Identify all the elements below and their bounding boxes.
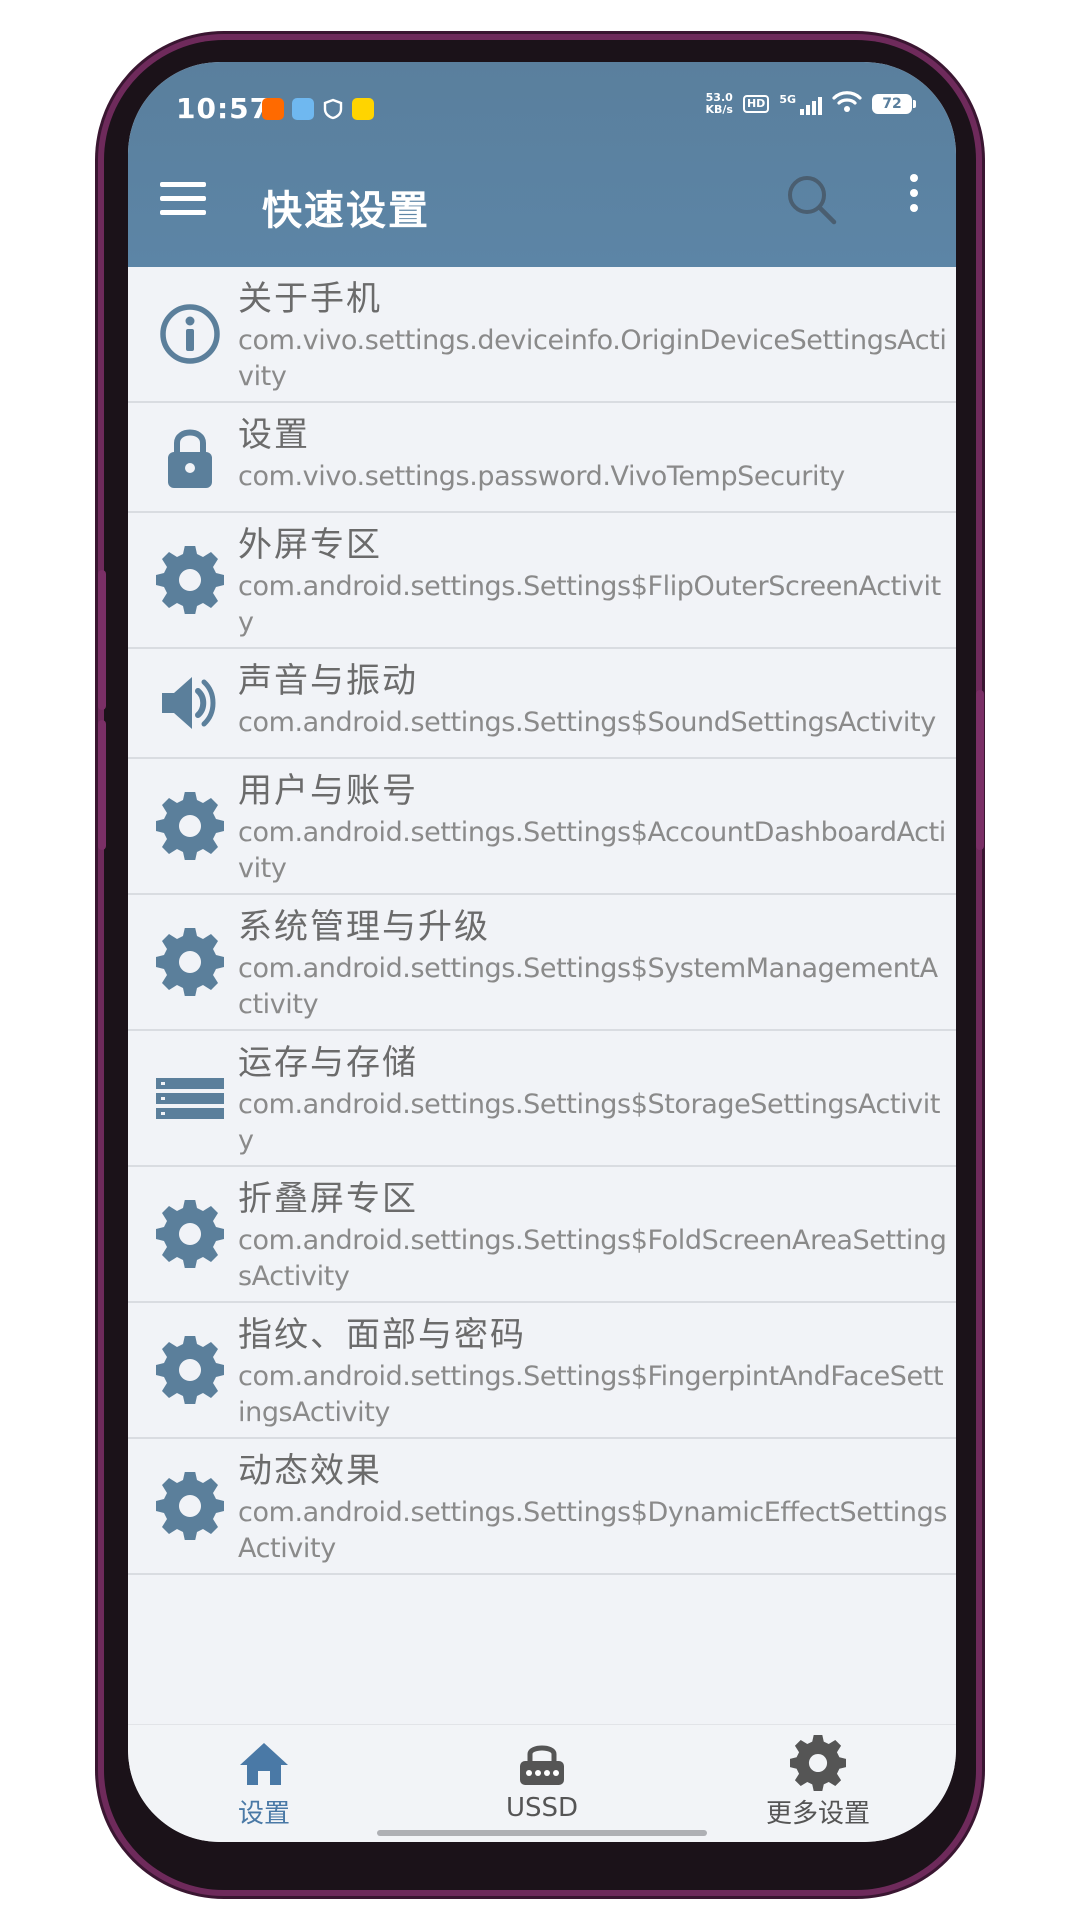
nav-item-settings[interactable]: 设置 <box>164 1735 364 1830</box>
item-subtitle: com.vivo.settings.password.VivoTempSecur… <box>238 461 845 492</box>
gear-icon <box>156 1471 224 1541</box>
home-indicator <box>377 1830 707 1836</box>
item-title: 声音与振动 <box>238 661 418 701</box>
toolbar: 快速设置 <box>128 142 956 267</box>
item-subtitle: com.android.settings.Settings$SoundSetti… <box>238 707 936 738</box>
battery-icon: 72 <box>872 94 916 114</box>
list-item[interactable]: 关于手机 com.vivo.settings.deviceinfo.OriginD… <box>128 267 956 403</box>
item-title: 运存与存储 <box>238 1043 418 1083</box>
item-title: 关于手机 <box>238 279 382 319</box>
screen: 10:57 53.0 KB/s HD 5G 72 快速设置 关于手机 com.v… <box>128 62 956 1842</box>
item-title: 动态效果 <box>238 1451 382 1491</box>
storage-icon <box>156 1064 224 1132</box>
gear-icon <box>156 545 224 615</box>
app-header: 10:57 53.0 KB/s HD 5G 72 快速设置 <box>128 62 956 267</box>
network-type: 5G <box>779 93 796 106</box>
item-title: 指纹、面部与密码 <box>238 1315 526 1355</box>
bottom-nav: 设置 USSD 更多设置 <box>128 1724 956 1842</box>
search-icon[interactable] <box>784 172 840 228</box>
nav-label: 设置 <box>237 1799 290 1829</box>
item-title: 外屏专区 <box>238 525 382 565</box>
gallery-icon <box>292 98 314 120</box>
item-title: 设置 <box>238 415 310 455</box>
list-item[interactable]: 用户与账号 com.android.settings.Settings$Accou… <box>128 759 956 895</box>
signal-icon: 5G <box>779 93 822 115</box>
power-button <box>976 690 984 850</box>
status-right: 53.0 KB/s HD 5G 72 <box>705 90 916 118</box>
item-title: 用户与账号 <box>238 771 418 811</box>
status-bar: 10:57 53.0 KB/s HD 5G 72 <box>128 62 956 142</box>
ussd-lock-icon <box>520 1745 564 1785</box>
nav-label: 更多设置 <box>765 1799 870 1829</box>
lock-icon <box>156 423 224 491</box>
item-title: 折叠屏专区 <box>238 1179 418 1219</box>
item-subtitle: com.android.settings.Settings$SystemMana… <box>238 953 938 1020</box>
list-item[interactable]: 动态效果 com.android.settings.Settings$Dynami… <box>128 1439 956 1575</box>
item-subtitle: com.android.settings.Settings$FoldScreen… <box>238 1225 947 1292</box>
item-title: 系统管理与升级 <box>238 907 490 947</box>
list-item[interactable]: 声音与振动 com.android.settings.Settings$Sound… <box>128 649 956 759</box>
gear-icon <box>790 1735 846 1791</box>
item-subtitle: com.android.settings.Settings$FlipOuterS… <box>238 571 941 638</box>
nav-item-ussd[interactable]: USSD <box>442 1735 642 1823</box>
item-subtitle: com.android.settings.Settings$Fingerpint… <box>238 1361 944 1428</box>
list-item[interactable]: 系统管理与升级 com.android.settings.Settings$Sys… <box>128 895 956 1031</box>
list-item[interactable]: 运存与存储 com.android.settings.Settings$Stora… <box>128 1031 956 1167</box>
more-vert-icon[interactable] <box>906 174 922 226</box>
home-icon <box>240 1743 288 1785</box>
net-speed-unit: KB/s <box>705 103 733 116</box>
nav-label: USSD <box>505 1793 579 1823</box>
status-time: 10:57 <box>176 92 271 125</box>
nav-item-more-settings[interactable]: 更多设置 <box>718 1735 918 1830</box>
net-speed: 53.0 KB/s <box>705 92 732 116</box>
list-item[interactable]: 外屏专区 com.android.settings.Settings$FlipOu… <box>128 513 956 649</box>
item-subtitle: com.android.settings.Settings$StorageSet… <box>238 1089 941 1156</box>
hamburger-icon[interactable] <box>160 182 206 216</box>
gear-icon <box>156 927 224 997</box>
gear-icon <box>156 791 224 861</box>
speaker-icon <box>156 669 224 737</box>
activity-list: 关于手机 com.vivo.settings.deviceinfo.OriginD… <box>128 267 956 1727</box>
list-item[interactable]: 设置 com.vivo.settings.password.VivoTempSec… <box>128 403 956 513</box>
item-subtitle: com.vivo.settings.deviceinfo.OriginDevic… <box>238 325 947 392</box>
gear-icon <box>156 1199 224 1269</box>
page-title: 快速设置 <box>262 188 430 234</box>
taobao-icon <box>262 98 284 120</box>
wifi-icon <box>832 90 862 118</box>
item-subtitle: com.android.settings.Settings$AccountDas… <box>238 817 946 884</box>
hd-badge: HD <box>742 95 770 113</box>
volume-button <box>98 570 106 710</box>
shield-icon <box>322 98 344 120</box>
item-subtitle: com.android.settings.Settings$DynamicEff… <box>238 1497 947 1564</box>
meituan-icon <box>352 98 374 120</box>
list-item[interactable]: 指纹、面部与密码 com.android.settings.Settings$Fi… <box>128 1303 956 1439</box>
volume-button <box>98 720 106 850</box>
info-icon <box>156 300 224 368</box>
list-item[interactable]: 折叠屏专区 com.android.settings.Settings$FoldS… <box>128 1167 956 1303</box>
gear-icon <box>156 1335 224 1405</box>
